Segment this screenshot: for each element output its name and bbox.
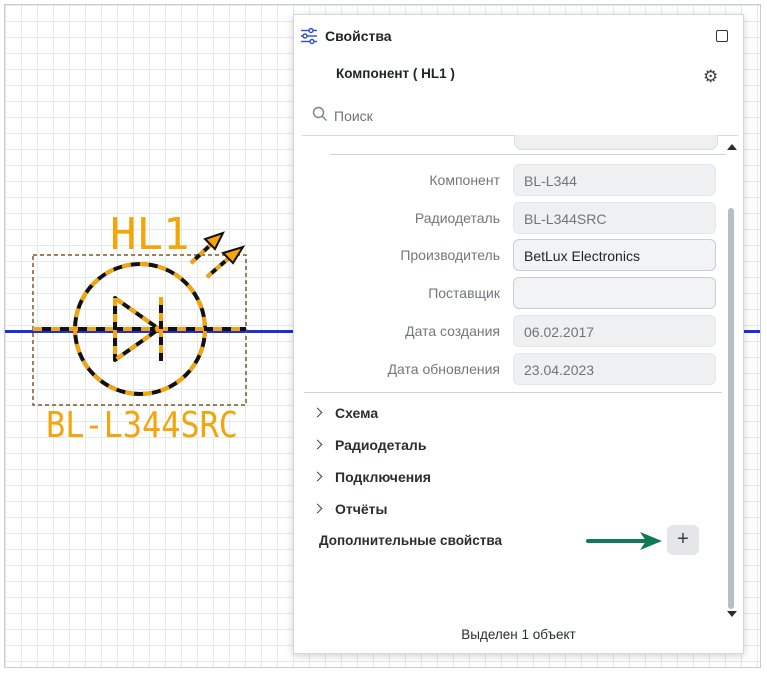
divider (304, 392, 722, 393)
property-label: Поставщик (428, 285, 500, 301)
property-label: Компонент (429, 172, 500, 188)
supplier-field[interactable] (513, 277, 716, 309)
part-number-label: BL-L344SRC (46, 405, 238, 446)
sliders-icon (301, 27, 317, 45)
led-symbol[interactable]: HL1 BL-L344SRC (5, 5, 305, 465)
search-input[interactable] (332, 103, 716, 129)
scrollbar-thumb[interactable] (728, 208, 734, 609)
search-icon (312, 106, 327, 121)
add-property-button[interactable]: + (667, 525, 699, 555)
property-value-created: 06.02.2017 (513, 315, 716, 347)
panel-title: Свойства (325, 28, 392, 44)
section-label: Радиодеталь (335, 437, 427, 453)
property-row-manufacturer: Производитель BetLux Electronics (294, 239, 724, 271)
chevron-right-icon (312, 503, 323, 514)
divider (330, 154, 726, 155)
property-row-updated: Дата обновления 23.04.2023 (294, 353, 724, 385)
property-label: Дата обновления (387, 361, 500, 377)
property-row-created: Дата создания 06.02.2017 (294, 315, 724, 347)
arrow-right-icon (586, 532, 662, 550)
property-label: Производитель (400, 247, 500, 263)
chevron-right-icon (312, 407, 323, 418)
property-label: Дата создания (405, 323, 500, 339)
gear-icon[interactable]: ⚙ (703, 68, 718, 85)
manufacturer-field[interactable]: BetLux Electronics (513, 239, 716, 271)
status-bar: Выделен 1 объект (461, 627, 576, 642)
scroll-down-icon[interactable] (727, 611, 737, 617)
maximize-icon[interactable] (716, 30, 728, 42)
scroll-up-icon[interactable] (727, 144, 737, 150)
component-title: Компонент ( HL1 ) (336, 66, 455, 81)
extra-properties-title: Дополнительные свойства (319, 533, 502, 548)
chevron-right-icon (312, 471, 323, 482)
chevron-right-icon (312, 439, 323, 450)
property-row-component: Компонент BL-L344 (294, 164, 724, 196)
property-row-part: Радиодеталь BL-L344SRC (294, 202, 724, 234)
property-value-updated: 23.04.2023 (513, 353, 716, 385)
clipped-field (514, 135, 718, 150)
property-value-part: BL-L344SRC (513, 202, 716, 234)
ref-designator: HL1 (110, 209, 189, 260)
property-label: Радиодеталь (414, 210, 500, 226)
property-row-supplier: Поставщик (294, 277, 724, 309)
section-label: Отчёты (335, 501, 388, 517)
properties-panel: Свойства Компонент ( HL1 ) ⚙ Компонент B… (293, 14, 744, 654)
search-bar (308, 103, 728, 129)
section-label: Схема (335, 405, 379, 421)
panel-header: Свойства (294, 15, 743, 59)
section-label: Подключения (335, 469, 431, 485)
property-value-component: BL-L344 (513, 164, 716, 196)
